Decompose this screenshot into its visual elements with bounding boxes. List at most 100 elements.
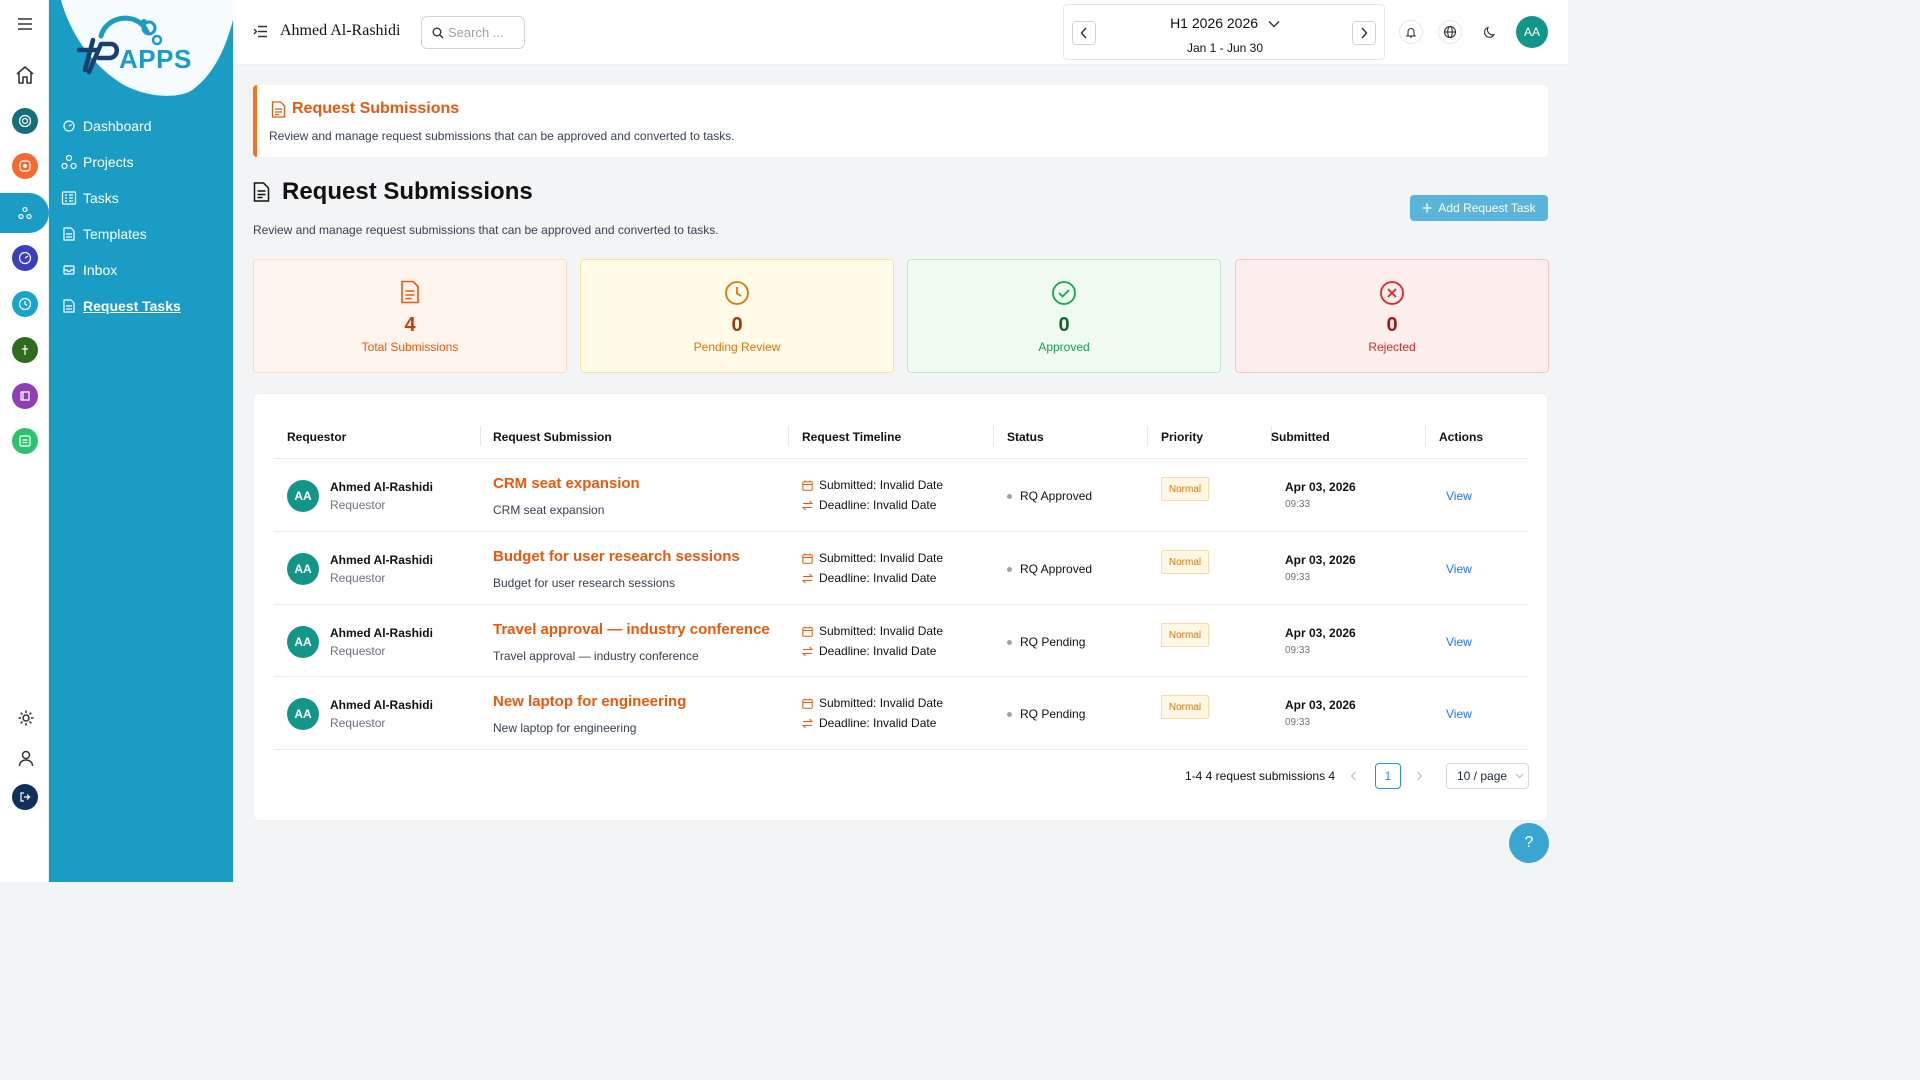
priority-tag: Normal — [1161, 550, 1209, 574]
stat-card-pending: 0 Pending Review — [580, 259, 894, 373]
status-badge: RQ Pending — [1007, 707, 1085, 721]
status-badge: RQ Approved — [1007, 562, 1092, 576]
status-text: RQ Pending — [1020, 635, 1086, 649]
view-link[interactable]: View — [1446, 707, 1472, 721]
view-link[interactable]: View — [1446, 489, 1472, 503]
stat-value: 0 — [731, 314, 743, 336]
logout-icon[interactable] — [12, 784, 38, 810]
submitted-date: Apr 03, 2026 — [1285, 698, 1356, 712]
submission-description: CRM seat expansion — [493, 503, 605, 517]
submitted-time: 09:33 — [1285, 499, 1311, 510]
user-name: Ahmed Al-Rashidi — [280, 22, 401, 39]
submitted-time: 09:33 — [1285, 717, 1311, 728]
period-selector: H1 2026 2026 Jan 1 - Jun 30 — [1063, 4, 1385, 60]
menu-icon[interactable] — [17, 17, 33, 31]
swap-icon — [802, 500, 813, 510]
app-projects-icon[interactable] — [12, 200, 38, 226]
next-period-button[interactable] — [1352, 21, 1376, 45]
sidebar-item-inbox[interactable]: Inbox — [49, 252, 233, 288]
avatar: AA — [287, 553, 319, 585]
search-input[interactable]: Search ... — [421, 16, 525, 49]
document-icon — [254, 280, 566, 304]
collapse-sidebar-icon[interactable] — [253, 25, 268, 38]
app-clock-icon[interactable] — [12, 291, 38, 317]
user-avatar[interactable]: AA — [1516, 16, 1548, 48]
priority-tag: Normal — [1161, 477, 1209, 501]
dark-mode-moon-icon[interactable] — [1483, 25, 1497, 39]
inbox-icon — [61, 264, 77, 276]
requestor-role: Requestor — [330, 498, 386, 512]
page-size-select[interactable]: 10 / page — [1446, 763, 1529, 789]
submitted-text: Submitted: Invalid Date — [819, 624, 944, 638]
column-header-request-timeline[interactable]: Request Timeline — [802, 430, 901, 444]
submitted-text: Submitted: Invalid Date — [819, 696, 944, 710]
submission-description: Travel approval — industry conference — [493, 649, 699, 663]
user-icon[interactable] — [17, 749, 35, 767]
page-number-button[interactable]: 1 — [1375, 763, 1401, 789]
column-header-requestor[interactable]: Requestor — [287, 430, 346, 444]
timeline-deadline: Deadline: Invalid Date — [802, 498, 936, 512]
requestor-name: Ahmed Al-Rashidi — [330, 553, 433, 567]
timeline-submitted: Submitted: Invalid Date — [802, 624, 943, 638]
status-badge: RQ Approved — [1007, 489, 1092, 503]
app-purple-icon[interactable] — [12, 383, 38, 409]
page-size-value: 10 / page — [1457, 769, 1508, 783]
request-tasks-icon — [61, 299, 77, 313]
app-board-icon[interactable] — [12, 428, 38, 454]
status-badge: RQ Pending — [1007, 635, 1085, 649]
view-link[interactable]: View — [1446, 562, 1472, 576]
table-row: AA Ahmed Al-Rashidi Requestor Budget for… — [254, 532, 1549, 604]
sidebar-item-request-tasks[interactable]: Request Tasks — [49, 288, 233, 324]
deadline-text: Deadline: Invalid Date — [819, 716, 937, 730]
sidebar-item-dashboard[interactable]: Dashboard — [49, 108, 233, 144]
notification-bell-icon[interactable] — [1399, 20, 1423, 44]
period-dropdown[interactable]: H1 2026 2026 — [1064, 15, 1386, 31]
app-orange-icon[interactable] — [12, 153, 38, 179]
submission-title-link[interactable]: Budget for user research sessions — [493, 548, 740, 565]
column-divider — [480, 426, 481, 446]
sidebar-item-label: Templates — [83, 226, 147, 242]
stat-label: Total Submissions — [361, 340, 459, 354]
column-header-submitted[interactable]: Submitted — [1271, 430, 1330, 444]
stat-value: 0 — [1058, 314, 1070, 336]
add-request-task-label: Add Request Task — [1438, 201, 1536, 215]
app-green-icon[interactable] — [12, 337, 38, 363]
column-divider — [788, 426, 789, 446]
status-dot — [1007, 639, 1012, 645]
sidebar-item-tasks[interactable]: Tasks — [49, 180, 233, 216]
calendar-icon — [802, 626, 813, 637]
app-target-icon[interactable] — [12, 108, 38, 134]
chevron-left-icon — [1350, 771, 1356, 781]
app-gauge-icon[interactable] — [12, 245, 38, 271]
submission-title-link[interactable]: Travel approval — industry conference — [493, 621, 770, 638]
sidebar-item-templates[interactable]: Templates — [49, 216, 233, 252]
submission-title-link[interactable]: New laptop for engineering — [493, 693, 686, 710]
next-page-button[interactable] — [1416, 771, 1423, 781]
home-icon[interactable] — [15, 65, 35, 85]
column-header-request-submission[interactable]: Request Submission — [493, 430, 612, 444]
submissions-table: Requestor Request Submission Request Tim… — [253, 393, 1548, 821]
requestor-name: Ahmed Al-Rashidi — [330, 698, 433, 712]
period-range: Jan 1 - Jun 30 — [1186, 41, 1264, 55]
submission-title-link[interactable]: CRM seat expansion — [493, 475, 640, 492]
column-header-priority[interactable]: Priority — [1161, 430, 1203, 444]
search-placeholder: Search ... — [448, 25, 504, 40]
sidebar-item-projects[interactable]: Projects — [49, 144, 233, 180]
deadline-text: Deadline: Invalid Date — [819, 498, 937, 512]
table-row: AA Ahmed Al-Rashidi Requestor Travel app… — [254, 605, 1549, 677]
logo-text: APPS — [119, 44, 192, 74]
settings-icon[interactable] — [17, 709, 35, 727]
add-request-task-button[interactable]: Add Request Task — [1410, 195, 1548, 221]
period-title: H1 2026 2026 — [1170, 15, 1259, 31]
sidebar-item-label: Inbox — [83, 262, 118, 278]
stat-label: Approved — [1038, 340, 1090, 354]
page-description: Review and manage request submissions th… — [253, 223, 719, 237]
column-header-status[interactable]: Status — [1007, 430, 1044, 444]
view-link[interactable]: View — [1446, 635, 1472, 649]
submission-description: New laptop for engineering — [493, 721, 637, 735]
help-button[interactable]: ? — [1509, 823, 1549, 863]
timeline-submitted: Submitted: Invalid Date — [802, 478, 943, 492]
prev-page-button[interactable] — [1350, 771, 1357, 781]
table-row: AA Ahmed Al-Rashidi Requestor CRM seat e… — [254, 459, 1549, 531]
language-globe-icon[interactable] — [1438, 20, 1462, 44]
